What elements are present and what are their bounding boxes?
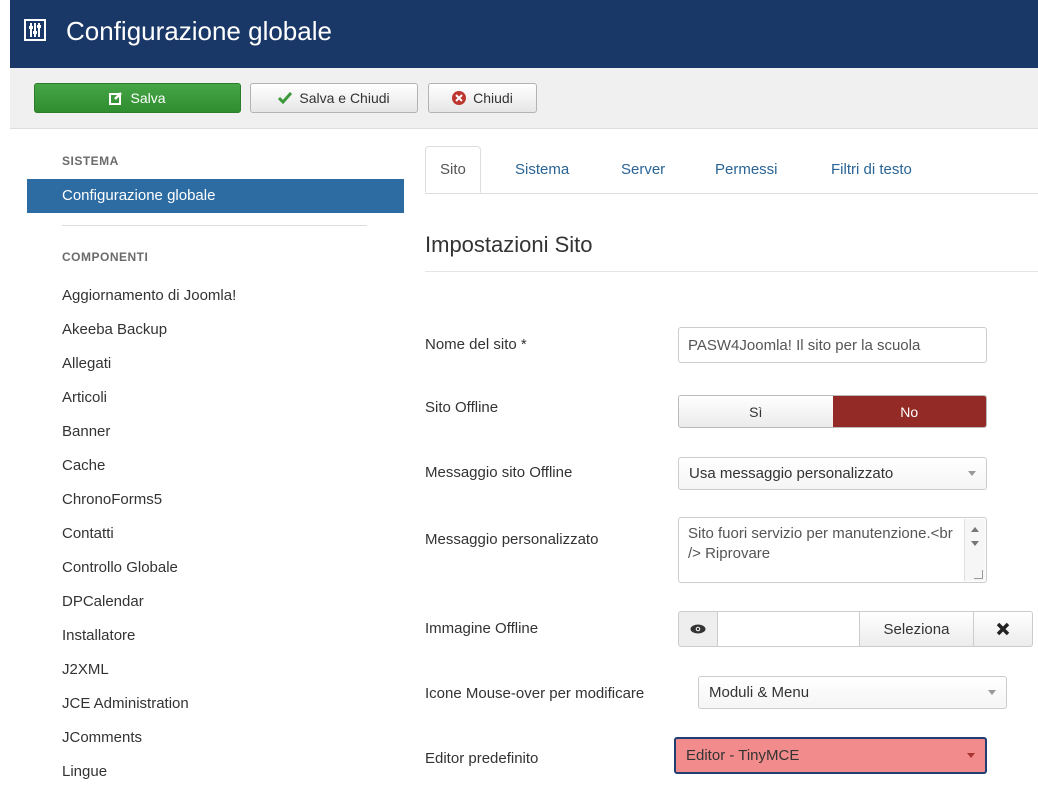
section-divider (425, 271, 1038, 272)
save-and-close-button[interactable]: Salva e Chiudi (250, 83, 418, 113)
resize-handle-icon[interactable] (974, 570, 983, 579)
offline-message-label: Messaggio sito Offline (425, 464, 573, 481)
sidebar-divider (62, 225, 367, 226)
sidebar-item[interactable]: Controllo Globale (62, 551, 236, 585)
sidebar-item[interactable]: Cache (62, 449, 236, 483)
close-label: Chiudi (473, 90, 513, 106)
sidebar-item[interactable]: J2XML (62, 653, 236, 687)
offline-message-value: Usa messaggio personalizzato (689, 465, 894, 482)
sidebar-item[interactable]: Allegati (62, 347, 236, 381)
sidebar-component-list: Aggiornamento di Joomla! Akeeba Backup A… (62, 279, 236, 789)
site-name-label: Nome del sito * (425, 336, 527, 353)
toolbar: Salva Salva e Chiudi Chiudi (10, 68, 1038, 129)
site-offline-label: Sito Offline (425, 399, 499, 416)
sidebar-item[interactable]: JComments (62, 721, 236, 755)
section-title: Impostazioni Sito (425, 232, 593, 257)
sidebar-item[interactable]: Contatti (62, 517, 236, 551)
sidebar-item[interactable]: Aggiornamento di Joomla! (62, 279, 236, 313)
default-editor-label: Editor predefinito (425, 750, 539, 767)
tab-filtri-di-testo[interactable]: Filtri di testo (817, 146, 926, 193)
sidebar-heading-componenti: COMPONENTI (62, 250, 149, 264)
save-close-label: Salva e Chiudi (299, 90, 390, 106)
config-tabs: Sito Sistema Server Permessi Filtri di t… (425, 146, 1038, 194)
clear-image-button[interactable] (974, 611, 1033, 647)
custom-message-label: Messaggio personalizzato (425, 531, 599, 548)
offline-image-field: Seleziona (678, 611, 1033, 647)
chevron-down-icon (967, 752, 975, 758)
config-icon (24, 19, 46, 41)
sidebar-item[interactable]: JCE Administration (62, 687, 236, 721)
select-image-button[interactable]: Seleziona (860, 611, 974, 647)
site-offline-toggle: Sì No (678, 395, 987, 428)
sidebar-item[interactable]: DPCalendar (62, 585, 236, 619)
custom-message-textarea[interactable]: Sito fuori servizio per manutenzione.<br… (678, 517, 987, 583)
edit-icon (109, 91, 123, 105)
chevron-down-icon (988, 689, 996, 695)
preview-eye-icon[interactable] (678, 611, 718, 647)
scroll-up-icon[interactable] (971, 527, 979, 532)
close-button[interactable]: Chiudi (428, 83, 537, 113)
tab-permessi[interactable]: Permessi (701, 146, 792, 193)
save-label: Salva (130, 90, 166, 106)
sidebar-item[interactable]: Lingue (62, 755, 236, 789)
app-header: Configurazione globale (10, 0, 1038, 68)
close-icon (996, 622, 1010, 636)
sidebar-item-configurazione-globale[interactable]: Configurazione globale (27, 179, 404, 213)
mouseover-icons-label: Icone Mouse-over per modificare (425, 685, 645, 702)
offline-image-label: Immagine Offline (425, 620, 539, 637)
mouseover-icons-value: Moduli & Menu (709, 684, 810, 701)
sidebar-item[interactable]: Installatore (62, 619, 236, 653)
tab-server[interactable]: Server (607, 146, 679, 193)
tab-sistema[interactable]: Sistema (501, 146, 583, 193)
offline-message-select[interactable]: Usa messaggio personalizzato (678, 457, 987, 490)
scroll-down-icon[interactable] (971, 541, 979, 546)
default-editor-select[interactable]: Editor - TinyMCE (674, 737, 987, 774)
chevron-down-icon (968, 470, 976, 476)
sidebar-item[interactable]: Akeeba Backup (62, 313, 236, 347)
save-button[interactable]: Salva (34, 83, 241, 113)
default-editor-value: Editor - TinyMCE (686, 747, 800, 764)
page-title: Configurazione globale (66, 16, 332, 46)
sidebar-item[interactable]: ChronoForms5 (62, 483, 236, 517)
check-icon (278, 92, 293, 104)
offline-no-option[interactable]: No (832, 396, 986, 427)
offline-yes-option[interactable]: Sì (679, 396, 833, 427)
tab-sito[interactable]: Sito (425, 146, 481, 193)
sidebar-item[interactable]: Articoli (62, 381, 236, 415)
sidebar-item[interactable]: Banner (62, 415, 236, 449)
site-name-input[interactable]: PASW4Joomla! Il sito per la scuola (678, 327, 987, 363)
close-circle-icon (452, 91, 467, 105)
custom-message-text: Sito fuori servizio per manutenzione.<br… (688, 525, 953, 562)
mouseover-icons-select[interactable]: Moduli & Menu (698, 676, 1007, 709)
offline-image-path-input[interactable] (718, 611, 860, 647)
sidebar-heading-sistema: SISTEMA (62, 154, 119, 168)
